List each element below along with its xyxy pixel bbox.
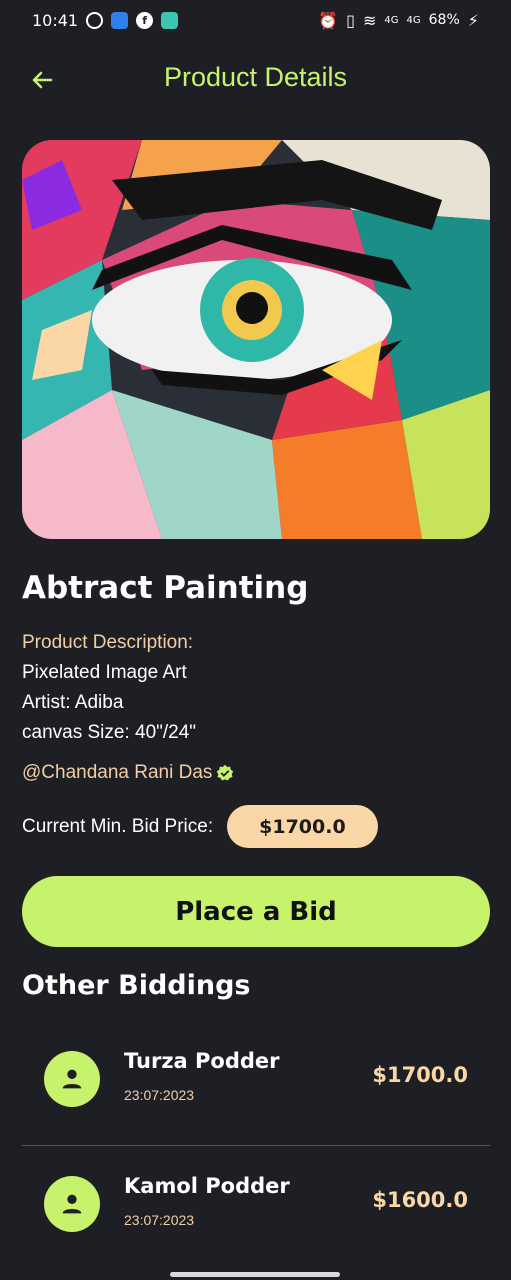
list-item[interactable]: Kamol Podder 23:07:2023 $1600.0 [22,1150,490,1270]
list-item[interactable]: Turza Podder 23:07:2023 $1700.0 [22,1025,490,1145]
page-title: Product Details [163,62,348,92]
bid-amount: $1700.0 [372,1063,468,1087]
bid-amount: $1600.0 [372,1188,468,1212]
min-bid-label: Current Min. Bid Price: [22,815,214,837]
description-line: Pixelated Image Art [22,662,187,683]
seller-name: @Chandana Rani Das [22,762,213,783]
status-bar: 10:41 f ⏰ ▯ ≋ 4G 4G 68% ⚡ [0,0,511,40]
wifi-icon: ≋ [362,10,377,30]
place-bid-button[interactable]: Place a Bid [22,876,490,947]
battery-label: 68% [428,12,460,28]
description-line: canvas Size: 40"/24" [22,722,197,743]
facebook-icon: f [136,11,154,29]
bid-date: 23:07:2023 [124,1087,195,1103]
status-bar-right: ⏰ ▯ ≋ 4G 4G 68% ⚡ [318,11,479,30]
app-header: Product Details [0,58,511,102]
min-bid-price: $1700.0 [227,805,378,848]
list-divider [22,1145,490,1146]
home-indicator[interactable] [170,1272,340,1277]
messenger-icon [86,11,104,29]
status-time: 10:41 [32,10,79,30]
product-title: Abtract Painting [22,570,309,606]
product-image [22,140,490,539]
description-line: Artist: Adiba [22,692,124,713]
app-icon [111,11,129,29]
chat-app-icon [161,11,179,29]
other-biddings-title: Other Biddings [22,970,251,1001]
battery-charging-icon: ⚡ [467,10,479,30]
bidder-name: Turza Podder [124,1049,280,1073]
description-label: Product Description: [22,632,194,653]
alarm-icon: ⏰ [318,10,339,30]
status-bar-left: 10:41 f [32,10,179,30]
avatar [44,1051,100,1107]
vibrate-icon: ▯ [346,10,355,30]
product-description: Product Description: Pixelated Image Art… [22,628,196,748]
bidder-name: Kamol Podder [124,1174,290,1198]
seller-link[interactable]: @Chandana Rani Das [22,762,234,784]
person-icon [62,1194,82,1214]
verified-icon [217,764,234,781]
person-icon [62,1069,82,1089]
signal-2-label: 4G [406,14,421,26]
avatar [44,1176,100,1232]
signal-1-label: 4G [384,14,399,26]
min-bid-row: Current Min. Bid Price: $1700.0 [22,805,378,848]
bid-date: 23:07:2023 [124,1212,195,1228]
